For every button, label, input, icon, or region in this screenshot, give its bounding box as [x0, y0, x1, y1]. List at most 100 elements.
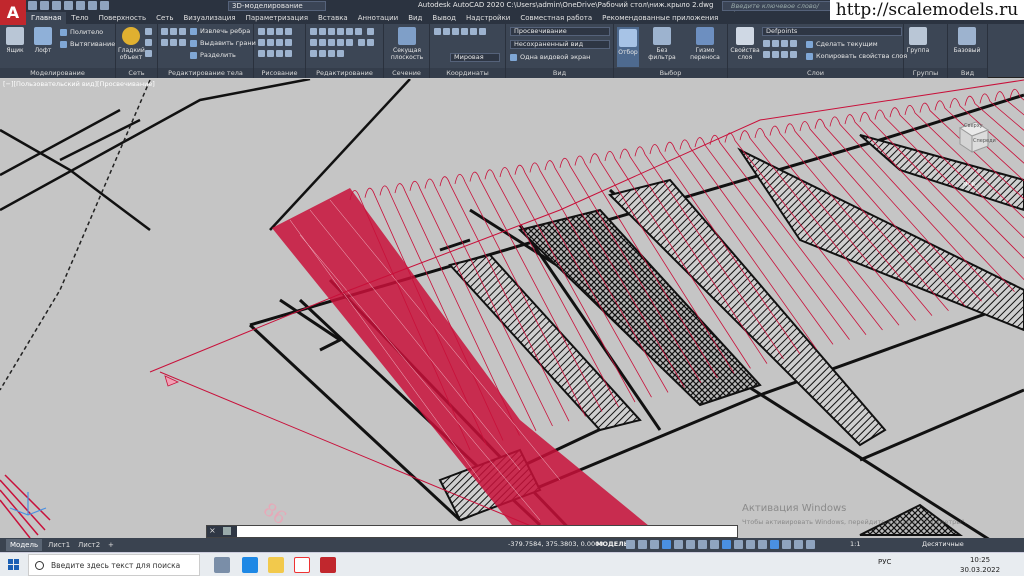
add-layout-button[interactable]: + [104, 539, 118, 551]
autocad-logo-icon[interactable]: A [0, 0, 26, 25]
panel-title[interactable]: Группы [904, 68, 947, 78]
autocad-taskbar-icon[interactable] [320, 557, 336, 573]
union-icon[interactable] [161, 28, 168, 35]
move-gizmo-button[interactable]: Гизмо переноса [686, 27, 724, 61]
panel-title[interactable]: Вид [506, 68, 613, 78]
viewport-config-button[interactable]: Одна видовой экран [510, 53, 590, 62]
command-line[interactable]: × [206, 525, 738, 538]
gizmo-status-icon[interactable] [782, 540, 791, 549]
layout-tab-sheet2[interactable]: Лист2 [74, 539, 104, 551]
annotation-scale[interactable]: 1:1 [850, 540, 860, 548]
extrude-button[interactable]: Вытягивание [60, 40, 115, 49]
layout-tab-sheet1[interactable]: Лист1 [44, 539, 74, 551]
workspace-select[interactable]: 3D-моделирование [228, 1, 326, 11]
command-settings-icon[interactable] [223, 527, 231, 535]
tab-solid[interactable]: Тело [66, 12, 93, 24]
panel-title[interactable]: Вид [948, 68, 987, 78]
copy-icon[interactable] [337, 28, 344, 35]
tab-addins[interactable]: Надстройки [461, 12, 515, 24]
mirror-icon[interactable] [346, 28, 353, 35]
object-track-icon[interactable] [710, 540, 719, 549]
match-layer-button[interactable]: Копировать свойства слоя [806, 52, 907, 61]
box-button[interactable]: Ящик [4, 27, 26, 54]
layer-unlock-icon[interactable] [790, 51, 797, 58]
rotate-icon[interactable] [319, 28, 326, 35]
slice-icon[interactable] [161, 39, 168, 46]
panel-title[interactable]: Сечение [384, 68, 429, 78]
ucs-zaxis-icon[interactable] [461, 28, 468, 35]
layer-select[interactable]: Defpoints [762, 27, 902, 36]
layer-unisolate-icon[interactable] [772, 51, 779, 58]
spline-icon[interactable] [285, 39, 292, 46]
3d-osnap-icon[interactable] [770, 540, 779, 549]
auto-scale-icon[interactable] [806, 540, 815, 549]
polygon-icon[interactable] [267, 39, 274, 46]
layer-lock-icon[interactable] [790, 40, 797, 47]
stretch-icon[interactable] [366, 28, 374, 35]
region-icon[interactable] [276, 50, 283, 57]
viewcube-top-label[interactable]: Сверху [964, 123, 983, 129]
infer-icon[interactable] [650, 540, 659, 549]
selection-cycling-icon[interactable] [758, 540, 767, 549]
layout-tab-model[interactable]: Модель [6, 539, 43, 551]
separate-button[interactable]: Разделить [190, 51, 236, 60]
tab-surface[interactable]: Поверхность [94, 12, 151, 24]
tab-output[interactable]: Вывод [427, 12, 461, 24]
panel-title[interactable]: Слои [728, 68, 903, 78]
viewport-controls[interactable]: [−][Пользовательский вид][Просвечивание] [3, 80, 155, 88]
panel-title[interactable]: Редактирование [306, 68, 383, 78]
polar-icon[interactable] [686, 540, 695, 549]
task-view-icon[interactable] [214, 557, 230, 573]
mesh-tool-icon[interactable] [145, 28, 152, 35]
ucs-menu[interactable]: МСК [963, 182, 976, 188]
polysolid-button[interactable]: Политело [60, 28, 103, 37]
tab-collaborate[interactable]: Совместная работа [515, 12, 597, 24]
mesh-tool-icon[interactable] [145, 39, 152, 46]
section-plane-button[interactable]: Секущая плоскость [388, 27, 426, 61]
smooth-object-button[interactable]: Гладкий объект [118, 27, 145, 61]
help-search-input[interactable]: Введите ключевое слово/фразу [722, 1, 840, 18]
offset-icon[interactable] [328, 39, 335, 46]
saved-view-select[interactable]: Несохраненный вид [510, 40, 610, 49]
layer-properties-button[interactable]: Свойства слоя [730, 27, 760, 61]
yandex-browser-icon[interactable] [294, 557, 310, 573]
transparency-icon[interactable] [746, 540, 755, 549]
snap-icon[interactable] [638, 540, 647, 549]
isodraft-icon[interactable] [698, 540, 707, 549]
panel-title[interactable]: Рисование [254, 68, 305, 78]
ucs-world-icon[interactable] [443, 28, 450, 35]
layer-thaw-icon[interactable] [781, 51, 788, 58]
hatch-icon[interactable] [258, 50, 265, 57]
base-view-button[interactable]: Базовый [950, 27, 984, 54]
panel-title[interactable]: Редактирование тела [158, 68, 253, 78]
point-icon[interactable] [267, 50, 274, 57]
layer-off-icon[interactable] [763, 40, 770, 47]
ucs-3point-icon[interactable] [470, 28, 477, 35]
lineweight-icon[interactable] [734, 540, 743, 549]
interfere-icon[interactable] [170, 39, 177, 46]
close-icon[interactable]: × [209, 526, 216, 535]
3d-mirror-icon[interactable] [328, 50, 335, 57]
array-icon[interactable] [319, 39, 326, 46]
subtract-icon[interactable] [170, 28, 177, 35]
move-icon[interactable] [310, 28, 317, 35]
tab-mesh[interactable]: Сеть [151, 12, 178, 24]
erase-icon[interactable] [346, 39, 353, 46]
undo-icon[interactable] [88, 1, 97, 10]
align-icon[interactable] [357, 39, 365, 46]
make-current-button[interactable]: Сделать текущим [806, 40, 878, 49]
group-button[interactable]: Группа [906, 27, 930, 54]
3d-rotate-icon[interactable] [310, 50, 317, 57]
tab-view[interactable]: Вид [403, 12, 427, 24]
3d-move-icon[interactable] [366, 39, 374, 46]
units-select[interactable]: Десятичные [922, 540, 964, 548]
line-icon[interactable] [258, 28, 265, 35]
redo-icon[interactable] [100, 1, 109, 10]
save-icon[interactable] [52, 1, 61, 10]
3d-align-icon[interactable] [319, 50, 326, 57]
layer-on-icon[interactable] [763, 51, 770, 58]
tab-featured-apps[interactable]: Рекомендованные приложения [597, 12, 723, 24]
panel-title[interactable]: Моделирование [0, 68, 115, 78]
ucs-object-icon[interactable] [479, 28, 486, 35]
save-as-icon[interactable] [64, 1, 73, 10]
